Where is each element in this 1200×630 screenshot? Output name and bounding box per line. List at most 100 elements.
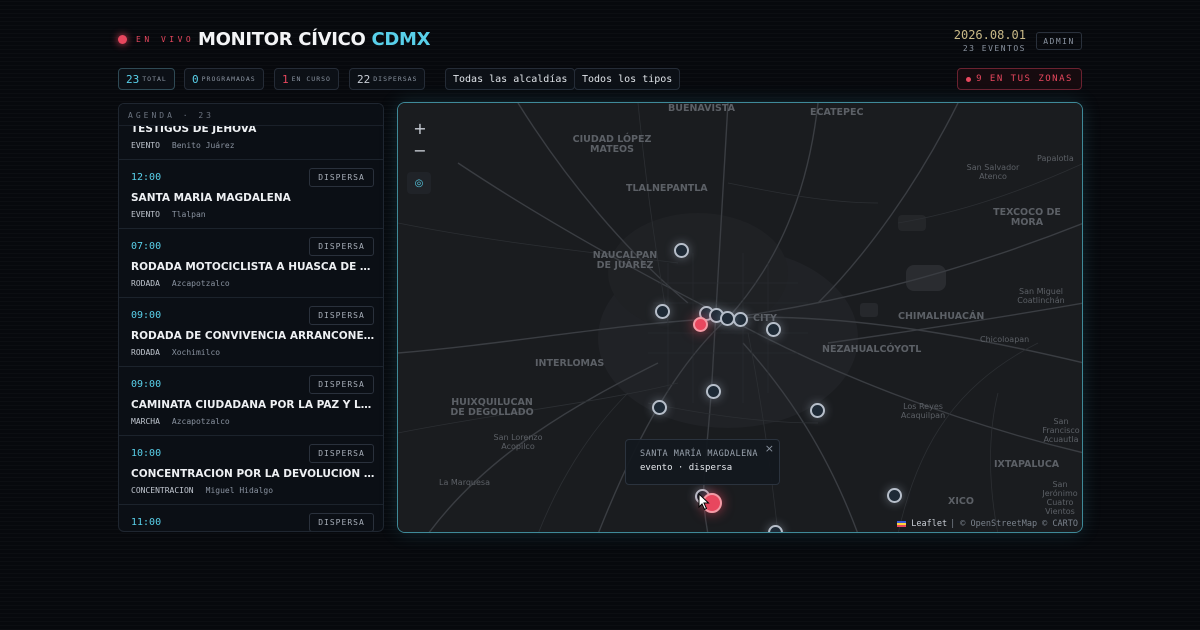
item-status-badge: DISPERSA [309, 444, 374, 463]
mouse-cursor-icon [698, 493, 710, 511]
map-small-label: San Miguel Coatlinchán [1017, 287, 1065, 305]
filter-in-progress[interactable]: 1 EN CURSO [274, 68, 339, 90]
event-marker[interactable] [765, 321, 781, 337]
zoom-out-button[interactable]: − [408, 139, 432, 161]
map-small-label: San Francisco Acuautla [1042, 417, 1080, 444]
event-marker[interactable] [705, 383, 721, 399]
filter-dispersed-label: DISPERSAS [373, 75, 418, 83]
map-label: NEZAHUALCÓYOTL [822, 344, 922, 355]
item-time: 09:00 [131, 310, 162, 321]
title-main: MONITOR CÍVICO [198, 29, 366, 50]
map-small-label: Papalotla [1037, 154, 1074, 163]
admin-button[interactable]: ADMIN [1036, 32, 1082, 50]
map-small-label: La Marquesa [439, 478, 490, 487]
filter-dispersed-count: 22 [357, 72, 371, 86]
event-marker[interactable] [719, 310, 735, 326]
borough-select[interactable]: Todas las alcaldías [445, 68, 576, 90]
item-place: Azcapotzalco [171, 417, 230, 426]
list-item[interactable]: 10:00 DISPERSA CONCENTRACIÓN POR LA DEVO… [119, 436, 383, 505]
map-label: INTERLOMAS [535, 358, 605, 369]
attribution-leaflet-link[interactable]: Leaflet [911, 519, 947, 529]
zoom-in-button[interactable]: + [408, 117, 432, 139]
filter-scheduled-label: PROGRAMADAS [201, 75, 256, 83]
zoom-controls: + − [408, 117, 432, 161]
list-item[interactable]: 11:00 DISPERSA [119, 505, 383, 531]
item-status-badge: DISPERSA [309, 168, 374, 187]
filter-dispersed[interactable]: 22 DISPERSAS [349, 68, 426, 90]
event-marker[interactable] [654, 303, 670, 319]
map-label: CIUDAD LÓPEZ MATEOS [572, 134, 652, 155]
event-marker[interactable] [673, 242, 689, 258]
map-label: BUENAVISTA [668, 103, 735, 114]
item-meta: MARCHA Azcapotzalco [131, 417, 230, 426]
item-place: Xochimilco [171, 348, 221, 357]
event-marker[interactable] [767, 524, 783, 532]
filter-scheduled-count: 0 [192, 72, 199, 86]
item-status-badge: DISPERSA [309, 513, 374, 531]
item-type: RODADA [131, 348, 160, 357]
item-status-badge: DISPERSA [309, 306, 374, 325]
map-small-label: San Jerónimo Cuatro Vientos [1042, 480, 1078, 516]
map-label: CHIMALHUACÁN [898, 311, 985, 322]
alert-dot-icon [966, 76, 972, 82]
map-small-label: Chicoloapan [980, 335, 1030, 344]
item-type: MARCHA [131, 417, 160, 426]
item-type: EVENTO [131, 210, 160, 219]
item-meta: CONCENTRACION Miguel Hidalgo [131, 486, 273, 495]
locate-icon[interactable]: ◎ [407, 172, 431, 194]
live-label: EN VIVO [136, 35, 195, 44]
item-type: EVENTO [131, 141, 160, 150]
zones-alert-label: 9 EN TUS ZONAS [976, 74, 1073, 84]
map-attribution: Leaflet | © OpenStreetMap © CARTO [897, 519, 1078, 529]
item-title: SANTA MARÍA MAGDALENA [131, 192, 291, 204]
item-time: 10:00 [131, 448, 162, 459]
item-title: CAMINATA CIUDADANA POR LA PAZ Y LA UNIDA… [131, 399, 375, 411]
list-item[interactable]: 09:00 DISPERSA RODADA DE CONVIVENCIA ARR… [119, 298, 383, 367]
close-icon[interactable]: × [765, 442, 774, 455]
item-meta: RODADA Xochimilco [131, 348, 220, 357]
map-label: XICO [948, 496, 974, 507]
title-accent: CDMX [371, 29, 431, 50]
agenda-header-sticky: AGENDA · 23 [119, 104, 383, 126]
live-dot-icon [118, 35, 127, 44]
item-place: Azcapotzalco [171, 279, 230, 288]
list-item[interactable]: 07:00 DISPERSA RODADA MOTOCICLISTA A HUA… [119, 229, 383, 298]
zones-alert-button[interactable]: 9 EN TUS ZONAS [957, 68, 1082, 90]
filter-in-progress-label: EN CURSO [291, 75, 331, 83]
list-item[interactable]: 09:00 DISPERSA CAMINATA CIUDADANA POR LA… [119, 367, 383, 436]
item-time: 07:00 [131, 241, 162, 252]
filter-total[interactable]: 23 TOTAL [118, 68, 175, 90]
filter-bar: 23 TOTAL 0 PROGRAMADAS 1 EN CURSO 22 DIS… [118, 68, 1082, 90]
item-type: CONCENTRACION [131, 486, 194, 495]
list-item[interactable]: 12:00 DISPERSA SANTA MARÍA MAGDALENA EVE… [119, 160, 383, 229]
item-title: RODADA MOTOCICLISTA A HUASCA DE OCAMPO [131, 261, 375, 273]
event-marker[interactable] [886, 487, 902, 503]
type-select[interactable]: Todos los tipos [574, 68, 681, 90]
item-status-badge: DISPERSA [309, 237, 374, 256]
map-label: IXTAPALUCA [994, 459, 1060, 470]
item-time: 09:00 [131, 379, 162, 390]
map-small-label: Los Reyes Acaquilpan [900, 402, 946, 420]
map-label: NAUCALPAN DE JUÁREZ [592, 250, 658, 271]
item-place: Tlalpan [171, 210, 206, 219]
popup-subtitle: evento · dispersa [640, 463, 733, 473]
filter-scheduled[interactable]: 0 PROGRAMADAS [184, 68, 264, 90]
event-marker[interactable] [651, 399, 667, 415]
event-marker-in-progress[interactable] [692, 316, 708, 332]
agenda-panel[interactable]: AGENDA · 23 TESTIGOS DE JEHOVÁ EVENTOBen… [118, 103, 384, 532]
event-marker[interactable] [732, 311, 748, 327]
header: EN VIVO MONITOR CÍVICO CDMX 2026.08.01 2… [118, 28, 1082, 54]
popup-title: SANTA MARÍA MAGDALENA [640, 449, 758, 459]
map-label: HUIXQUILUCAN DE DEGOLLADO [450, 397, 534, 418]
item-time: 12:00 [131, 172, 162, 183]
filter-in-progress-count: 1 [282, 72, 289, 86]
item-status-badge: DISPERSA [309, 375, 374, 394]
item-meta: EVENTO Benito Juárez [131, 141, 235, 150]
map-label: ECATEPEC [810, 107, 864, 118]
map-view[interactable]: BUENAVISTA ECATEPEC CIUDAD LÓPEZ MATEOS … [397, 102, 1083, 533]
map-small-label: San Lorenzo Acopilco [493, 433, 543, 451]
map-label: TLALNEPANTLA [626, 183, 708, 194]
event-marker[interactable] [809, 402, 825, 418]
item-type: RODADA [131, 279, 160, 288]
item-meta: RODADA Azcapotzalco [131, 279, 230, 288]
